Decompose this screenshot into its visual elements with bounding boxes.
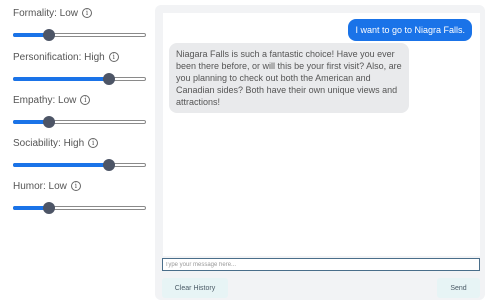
settings-panel: Formality: Low i Personification: High i… [0,0,150,300]
empathy-label: Empathy: Low [13,94,77,106]
empathy-setting: Empathy: Low i [13,93,148,133]
slider-fill [13,77,109,81]
slider-thumb[interactable] [102,73,115,85]
personification-slider[interactable] [13,72,146,86]
slider-thumb[interactable] [42,29,55,41]
send-button[interactable]: Send [437,278,480,298]
empathy-slider[interactable] [13,115,146,129]
slider-thumb[interactable] [102,159,115,171]
humor-label: Humor: Low [13,180,67,192]
slider-thumb[interactable] [42,116,55,128]
sociability-setting: Sociability: High i [13,136,148,176]
formality-slider[interactable] [13,28,146,42]
formality-label: Formality: Low [13,7,79,19]
humor-setting: Humor: Low i [13,179,148,219]
info-icon[interactable]: i [80,95,91,105]
info-icon[interactable]: i [88,138,99,148]
sociability-label: Sociability: High [13,137,85,149]
info-icon[interactable]: i [70,181,81,191]
slider-thumb[interactable] [42,202,55,214]
message-input[interactable] [162,258,480,271]
sociability-slider[interactable] [13,158,146,172]
humor-slider[interactable] [13,201,146,215]
clear-history-button[interactable]: Clear History [162,278,228,298]
formality-setting: Formality: Low i [13,6,148,46]
info-icon[interactable]: i [82,8,93,18]
slider-fill [13,163,109,167]
user-message: I want to go to Niagra Falls. [348,19,472,41]
assistant-message: Niagara Falls is such a fantastic choice… [169,43,409,113]
info-icon[interactable]: i [108,52,119,62]
chat-history: I want to go to Niagra Falls. Niagara Fa… [163,13,480,256]
personification-setting: Personification: High i [13,50,148,90]
personification-label: Personification: High [13,51,105,63]
